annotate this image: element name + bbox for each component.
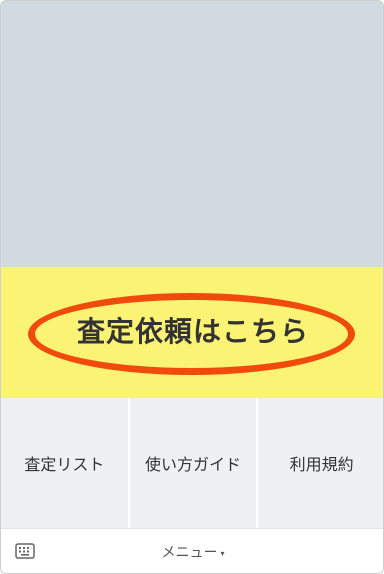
appraisal-request-label: 査定依頼はこちら <box>76 315 309 348</box>
chat-area <box>1 1 383 267</box>
chevron-down-icon: ▾ <box>220 548 225 558</box>
menu-toggle-button[interactable]: メニュー ▾ <box>1 542 383 562</box>
rich-menu-row: 査定リスト 使い方ガイド 利用規約 <box>1 398 383 528</box>
menu-item-appraisal-list[interactable]: 査定リスト <box>1 398 130 528</box>
appraisal-request-banner[interactable]: 査定依頼はこちら <box>1 267 383 398</box>
menu-item-terms-of-use[interactable]: 利用規約 <box>258 398 383 528</box>
menu-toggle-label: メニュー <box>161 545 218 561</box>
menu-item-usage-guide[interactable]: 使い方ガイド <box>130 398 259 528</box>
line-rich-menu-screen: 査定依頼はこちら 査定リスト 使い方ガイド 利用規約 メニュー ▾ <box>0 0 384 574</box>
bottom-bar: メニュー ▾ <box>1 528 383 573</box>
